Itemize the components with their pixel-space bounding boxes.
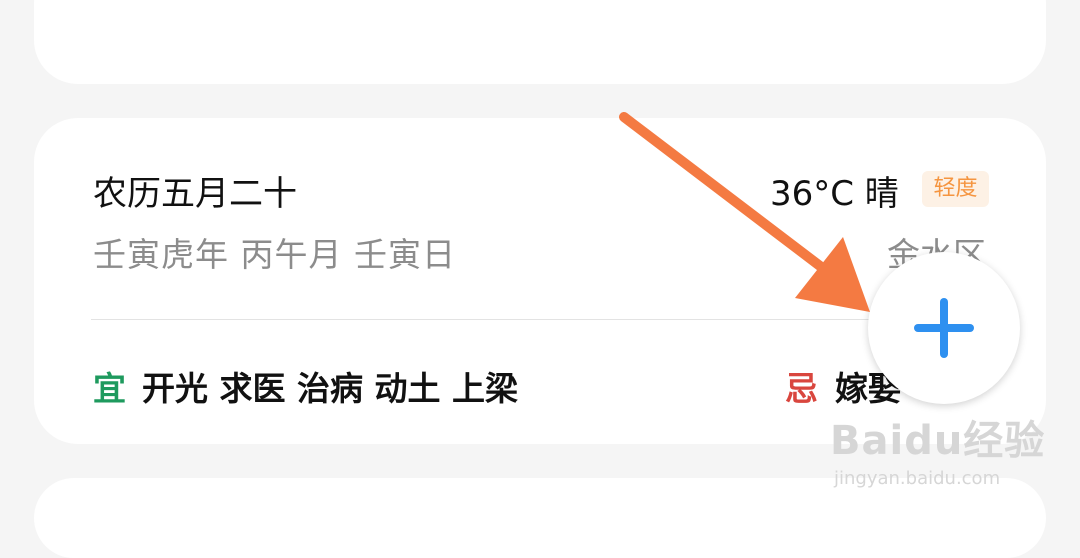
watermark-url: jingyan.baidu.com — [834, 468, 1001, 489]
watermark: Baidu经验 jingyan.baidu.com — [830, 408, 1045, 489]
watermark-brand: Baidu经验 — [830, 418, 1046, 464]
